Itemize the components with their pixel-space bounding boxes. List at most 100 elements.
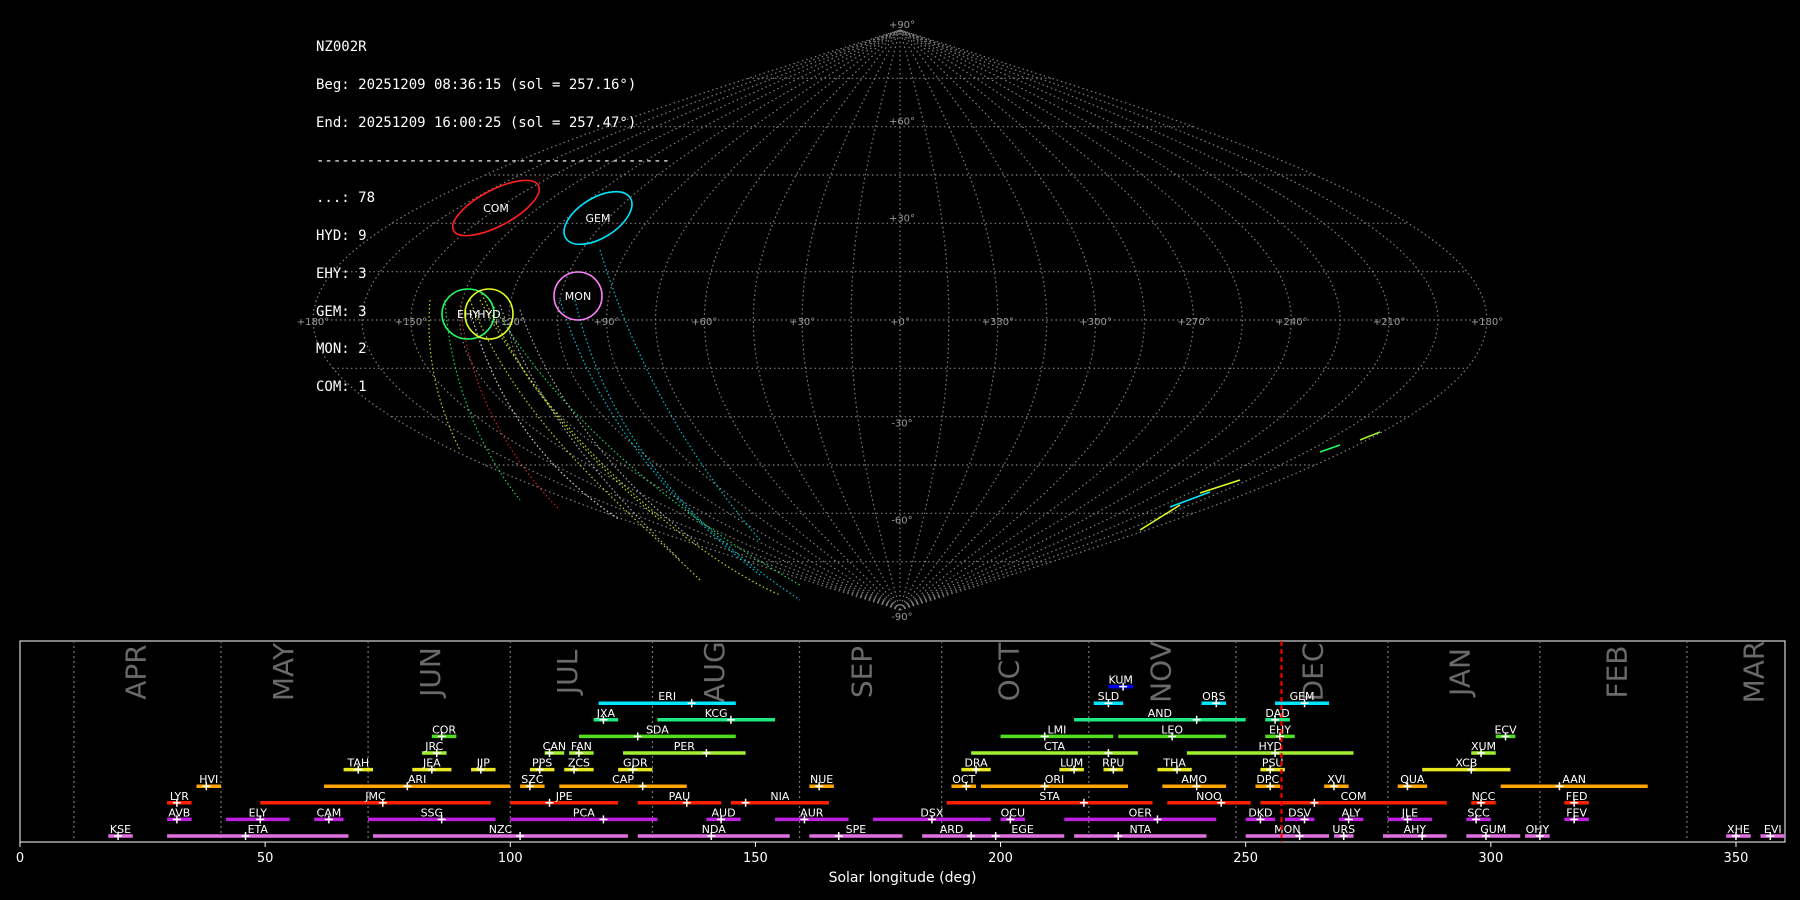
shower-label: ALY [1342,806,1361,819]
x-tick-label: 0 [16,851,24,866]
shower-label: AUD [712,806,736,819]
shower-label: PER [674,740,696,753]
shower-label: PSU [1262,757,1284,770]
shower-label: DRA [964,757,988,770]
shower-label: LYR [170,790,189,803]
shower-label: OHY [1526,823,1550,836]
shower-label: CTA [1044,740,1066,753]
shower-label: AUR [800,806,824,819]
month-label: DEC [1296,643,1329,702]
longitude-label: +60° [691,317,717,328]
shower-label: LUM [1060,757,1083,770]
month-label: OCT [992,642,1025,702]
shower-label: JEA [422,757,441,770]
x-tick-label: 300 [1478,851,1503,866]
meteor-trail [1139,504,1181,531]
meteor-trail [1319,444,1341,453]
latitude-label: -30° [891,419,912,430]
station-code: NZ002R [316,39,367,56]
month-label: JUN [414,647,447,699]
shower-label: AMO [1181,773,1207,786]
shower-label: JXA [596,707,616,720]
info-rule: ----------------------------------------… [316,152,671,169]
shower-label: NIA [770,790,789,803]
count-line: MON: 2 [316,341,367,358]
longitude-label: +330° [982,317,1014,328]
shower-label: ETA [248,823,269,836]
x-axis-label: Solar longitude (deg) [829,870,977,886]
shower-label: XVI [1327,773,1345,786]
shower-label: JPE [555,790,573,803]
shower-label: DPC [1256,773,1279,786]
longitude-label: +240° [1275,317,1307,328]
latitude-label: -60° [891,515,912,526]
month-label: JUL [551,649,584,696]
shower-label: NCC [1472,790,1496,803]
shower-label: AAN [1562,773,1586,786]
longitude-label: +300° [1079,317,1111,328]
shower-label: EVI [1764,823,1782,836]
plot-frame [19,640,1786,843]
month-label: JAN [1443,648,1476,698]
shower-label: SCC [1467,806,1490,819]
shower-label: QUA [1400,773,1425,786]
shower-label: PCA [573,806,595,819]
shower-label: EGE [1011,823,1033,836]
shower-label: JRC [424,740,443,753]
sky-map: +180° +150° +120° +90° +60° +30° +0° +330° +300°… [297,20,1503,623]
shower-label: ZCS [568,757,590,770]
shower-label: OCU [1001,806,1025,819]
end-time: End: 20251209 16:00:25 (sol = 257.47°) [316,114,637,131]
shower-label: AHY [1404,823,1427,836]
shower-label: NUE [810,773,833,786]
count-line: HYD: 9 [316,228,367,245]
shower-label: JMC [364,790,386,803]
shower-label: CAM [317,806,342,819]
shower-label: HVI [199,773,218,786]
x-tick-label: 250 [1233,851,1258,866]
shower-label: ARD [940,823,964,836]
longitude-label: +0° [890,317,910,328]
shower-label: GEM [1290,690,1315,703]
shower-label: SSG [421,806,444,819]
shower-label: FED [1566,790,1588,803]
longitude-label: +210° [1373,317,1405,328]
shower-label: ERI [658,690,676,703]
shower-label: AVB [168,806,190,819]
shower-label: XUM [1471,740,1496,753]
shower-label: EHY [1269,723,1291,736]
shower-label: OER [1129,806,1153,819]
count-line: GEM: 3 [316,303,367,320]
shower-label: SLD [1098,690,1120,703]
shower-label: KCG [705,707,728,720]
latitude-label: +90° [889,20,915,31]
latitude-label: +30° [889,213,915,224]
month-label: MAY [267,642,300,701]
count-line: EHY: 3 [316,265,367,282]
shower-label: DKD [1248,806,1272,819]
shower-label: NTA [1129,823,1151,836]
shower-label: HYD [1258,740,1281,753]
shower-label: THA [1162,757,1186,770]
latitude-label: +60° [889,117,915,128]
longitude-label: +30° [789,317,815,328]
shower-label: DSV [1288,806,1311,819]
shower-label: PPS [532,757,552,770]
month-label: NOV [1144,641,1177,703]
shower-label: STA [1039,790,1060,803]
shower-label: CAN [543,740,566,753]
shower-label: OCT [952,773,975,786]
month-label: SEP [845,646,878,698]
shower-label: LEO [1161,723,1183,736]
shower-label: JIP [476,757,490,770]
shower-label: COM [1341,790,1367,803]
x-tick-label: 150 [743,851,768,866]
month-label: MAR [1738,641,1771,704]
shower-label: AND [1148,707,1172,720]
info-box: NZ002R Beg: 20251209 08:36:15 (sol = 257… [316,16,670,406]
month-label: AUG [698,641,731,702]
longitude-label: +270° [1177,317,1209,328]
shower-label: NZC [489,823,513,836]
shower-label: GDR [623,757,648,770]
shower-label: DSX [920,806,943,819]
